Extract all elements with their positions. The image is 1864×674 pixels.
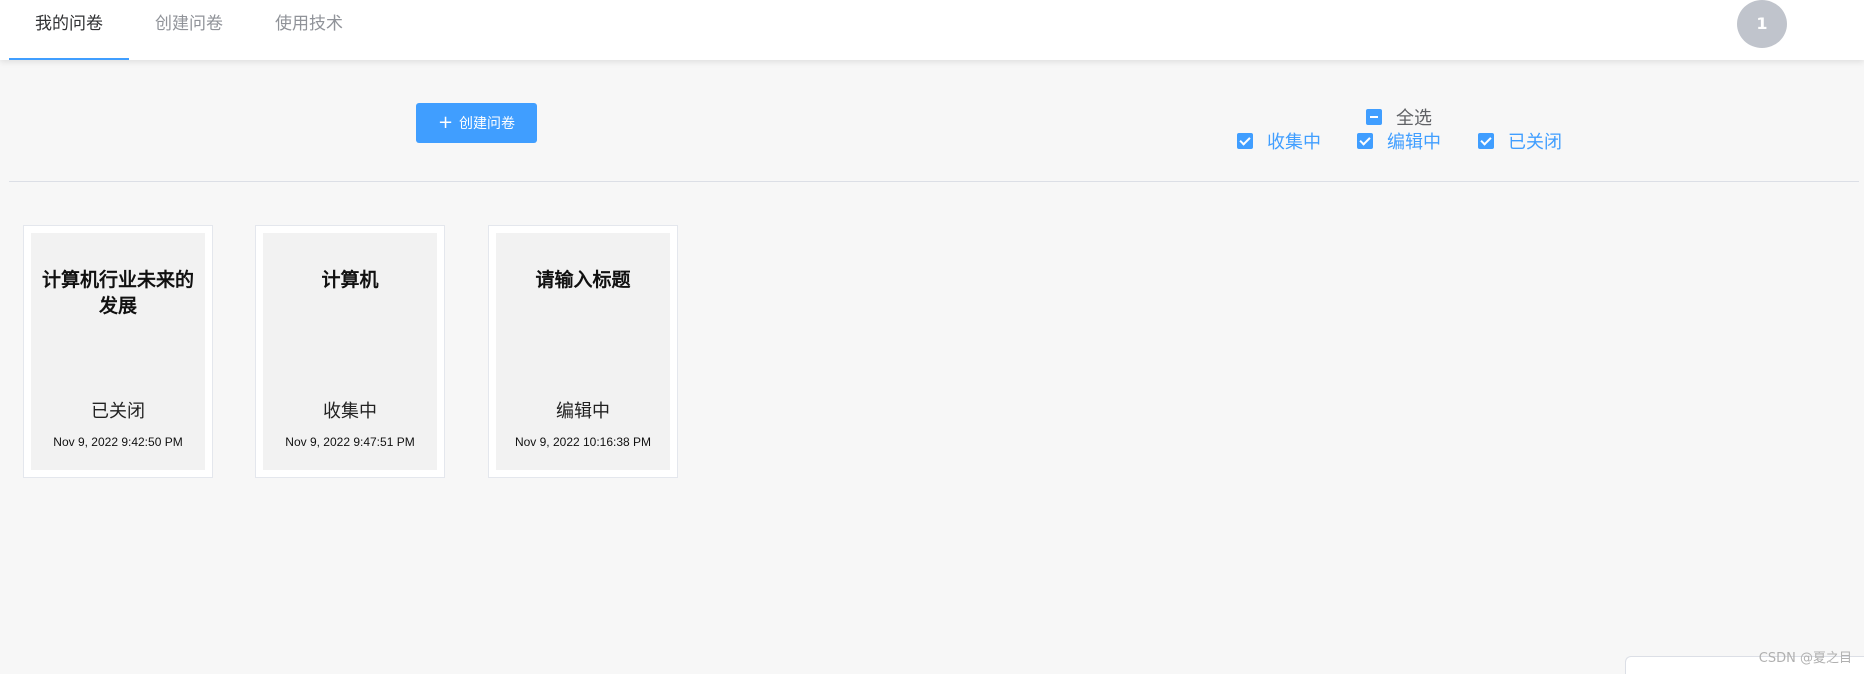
filter-label: 收集中 bbox=[1267, 132, 1321, 153]
avatar[interactable]: 1 bbox=[1737, 0, 1787, 48]
survey-title: 计算机行业未来的发展 bbox=[41, 269, 194, 317]
survey-card-body: 计算机 收集中 Nov 9, 2022 9:47:51 PM bbox=[263, 233, 437, 470]
tab-my-surveys[interactable]: 我的问卷 bbox=[9, 0, 129, 60]
divider bbox=[9, 181, 1859, 182]
checkmark-icon bbox=[1237, 133, 1253, 149]
filter-label: 编辑中 bbox=[1387, 132, 1441, 153]
survey-time: Nov 9, 2022 9:42:50 PM bbox=[53, 435, 183, 449]
survey-card[interactable]: 请输入标题 编辑中 Nov 9, 2022 10:16:38 PM bbox=[488, 225, 678, 478]
plus-icon: + bbox=[437, 112, 454, 133]
tab-label: 我的问卷 bbox=[35, 14, 103, 34]
create-survey-button[interactable]: + 创建问卷 bbox=[416, 103, 537, 143]
tab-technology[interactable]: 使用技术 bbox=[249, 0, 369, 60]
survey-card[interactable]: 计算机行业未来的发展 已关闭 Nov 9, 2022 9:42:50 PM bbox=[23, 225, 213, 478]
survey-title: 请输入标题 bbox=[535, 269, 631, 291]
survey-title: 计算机 bbox=[321, 269, 379, 291]
survey-time: Nov 9, 2022 9:47:51 PM bbox=[285, 435, 415, 449]
survey-card-body: 请输入标题 编辑中 Nov 9, 2022 10:16:38 PM bbox=[496, 233, 670, 470]
survey-status: 编辑中 bbox=[556, 401, 610, 422]
tab-label: 创建问卷 bbox=[155, 14, 223, 34]
tab-create-survey[interactable]: 创建问卷 bbox=[129, 0, 249, 60]
survey-status: 已关闭 bbox=[91, 401, 145, 422]
tab-label: 使用技术 bbox=[275, 14, 343, 34]
survey-card-body: 计算机行业未来的发展 已关闭 Nov 9, 2022 9:42:50 PM bbox=[31, 233, 205, 470]
avatar-text: 1 bbox=[1756, 14, 1768, 33]
filter-checkbox-collecting[interactable]: 收集中 bbox=[1237, 128, 1321, 154]
survey-status: 收集中 bbox=[323, 401, 377, 422]
checkmark-icon bbox=[1357, 133, 1373, 149]
select-all-label: 全选 bbox=[1396, 108, 1432, 129]
filter-checkbox-editing[interactable]: 编辑中 bbox=[1357, 128, 1441, 154]
create-survey-label: 创建问卷 bbox=[459, 116, 516, 132]
checkmark-icon bbox=[1478, 133, 1494, 149]
survey-card[interactable]: 计算机 收集中 Nov 9, 2022 9:47:51 PM bbox=[255, 225, 445, 478]
indeterminate-checkbox-icon bbox=[1366, 109, 1382, 125]
top-nav: 我的问卷 创建问卷 使用技术 1 bbox=[0, 0, 1864, 60]
filter-label: 已关闭 bbox=[1508, 132, 1562, 153]
survey-time: Nov 9, 2022 10:16:38 PM bbox=[514, 435, 652, 449]
watermark: CSDN @夏之目 bbox=[1758, 651, 1852, 666]
select-all-checkbox[interactable]: 全选 bbox=[1366, 104, 1432, 130]
filter-checkbox-closed[interactable]: 已关闭 bbox=[1478, 128, 1562, 154]
